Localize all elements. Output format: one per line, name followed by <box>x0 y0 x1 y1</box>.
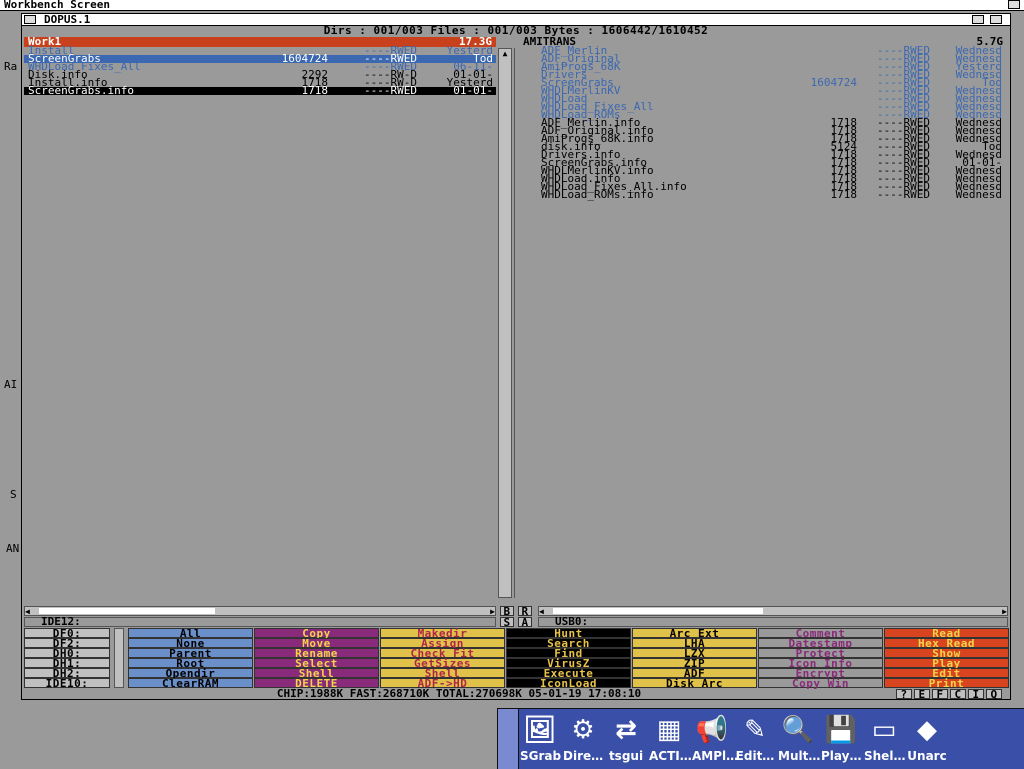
dock-item-label: SGrab <box>520 749 562 763</box>
file-row[interactable]: WHDLoad_Fixes_All ----RWED 06-11- <box>24 61 496 72</box>
bg-fragment: S <box>10 488 17 501</box>
file-name: WHDLoad_ROMs.info <box>541 188 654 201</box>
dock-app-icon: 🖼 <box>523 715 557 745</box>
a-button[interactable]: A <box>518 617 532 628</box>
scroll-left-icon[interactable]: ◀ <box>539 607 544 616</box>
status-button[interactable]: F <box>932 689 948 700</box>
device-button[interactable]: IDE10: <box>24 678 110 689</box>
file-date: 01-01- <box>453 84 493 97</box>
dock-item[interactable]: 🖼 SGrab <box>520 711 562 767</box>
device-scrollbar[interactable] <box>114 628 124 688</box>
dock-app-icon: 📢 <box>695 715 729 745</box>
r-button[interactable]: R <box>518 606 532 617</box>
s-button[interactable]: S <box>500 617 514 628</box>
dopus-window: DOPUS.1 Dirs : 001/003 Files : 001/003 B… <box>21 13 1011 700</box>
file-row[interactable]: AmiProgs_68K.info 1718 ----RWED Wednesd <box>537 133 1007 144</box>
dock-item[interactable]: ✎ Edit… <box>735 711 775 767</box>
left-lister[interactable]: Work1 17.3G Install ----RWED Yesterd Screen… <box>24 36 496 607</box>
dock-item[interactable]: ▭ Shel… <box>864 711 906 767</box>
status-button[interactable]: E <box>914 689 930 700</box>
depth-icon[interactable] <box>990 15 1002 24</box>
dock-item[interactable]: ⇄ tsgui <box>606 711 646 767</box>
b-button[interactable]: B <box>500 606 514 617</box>
left-file-list[interactable]: Install ----RWED Yesterd ScreenGrabs 1604724… <box>24 45 496 97</box>
file-date: Wednesd <box>955 188 1002 201</box>
dock-item-label: ACTI… <box>649 749 692 763</box>
file-row[interactable]: WHDLMerlinKV ----RWED Wednesd <box>537 85 1007 96</box>
dock-item-label: Play… <box>821 749 862 763</box>
right-lister[interactable]: AMITRANS 5.7G ADF_Merlin ----RWED Wednesd A… <box>519 36 1007 607</box>
close-icon[interactable] <box>24 15 36 24</box>
bank-button-disk-arc[interactable]: Disk Arc <box>632 678 757 689</box>
dock-item[interactable]: 💾 Play… <box>821 711 861 767</box>
file-size: 1718 <box>830 188 858 201</box>
button-bank: All None Parent Root Opendir ClearRAM Copy Move… <box>128 628 1010 689</box>
dock-item[interactable]: 🔍 Mult… <box>778 711 821 767</box>
dock-items: 🖼 SGrab ⚙ Dire… ⇄ tsgui ▦ ACTI… 📢 AMPl… ✎ Edit… 🔍 Mul… <box>520 711 1020 767</box>
dock-app-icon: ▭ <box>871 715 897 745</box>
dock-item-label: Edit… <box>735 749 775 763</box>
workbench-depth-icon[interactable] <box>1008 0 1020 9</box>
stats-line: Dirs : 001/003 Files : 001/003 Bytes : 1… <box>323 24 709 37</box>
status-button[interactable]: ? <box>896 689 912 700</box>
scroll-right-icon[interactable]: ▶ <box>490 607 495 616</box>
file-row[interactable]: AmiProgs_68K ----RWED Yesterd <box>537 61 1007 72</box>
bank-button-print[interactable]: Print <box>884 678 1009 689</box>
bg-fragment: Ra <box>4 60 18 73</box>
dock-item[interactable]: ⚙ Dire… <box>563 711 603 767</box>
left-horizontal-scrollbar[interactable]: ◀ ▶ <box>24 606 496 616</box>
left-lister-header[interactable]: Work1 17.3G <box>24 36 496 47</box>
bank-button-clearram[interactable]: ClearRAM <box>128 678 253 689</box>
screen-title-bar[interactable]: Workbench Screen <box>0 0 1024 11</box>
bg-fragment: AN <box>6 542 20 555</box>
dock-app-icon: ⇄ <box>615 715 637 745</box>
status-bar: CHIP:1988K FAST:268710K TOTAL:270698K 05… <box>276 687 642 700</box>
dock-handle[interactable] <box>498 709 519 769</box>
file-size: 1604724 <box>281 52 328 65</box>
status-button[interactable]: C <box>950 689 966 700</box>
bg-fragment: AI <box>4 378 18 391</box>
dock-item-label: Shel… <box>864 749 906 763</box>
dock-app-icon: ⚙ <box>571 715 595 745</box>
scroll-left-icon[interactable]: ◀ <box>25 607 30 616</box>
file-prot: ----RWED <box>364 84 417 97</box>
dock-item-label: AMPl… <box>692 749 739 763</box>
dock-app-icon: 💾 <box>824 715 858 745</box>
window-title: DOPUS.1 <box>44 13 91 26</box>
left-path-field[interactable]: IDE12: <box>24 616 496 627</box>
status-button[interactable]: Q <box>986 689 1002 700</box>
device-button-column: DF0: DF2: DH0: DH1: DH2: IDE10: <box>24 628 110 689</box>
dock-item-label: Dire… <box>563 749 604 763</box>
dock-item-label: Unarc <box>907 749 947 763</box>
dock-item-label: tsgui <box>608 749 644 763</box>
file-row[interactable]: ScreenGrabs.info 1718 ----RWED 01-01- <box>24 84 496 97</box>
left-vertical-scrollbar[interactable]: ▲ <box>498 48 512 598</box>
file-prot: ----RWED <box>877 188 930 201</box>
right-file-list[interactable]: ADF_Merlin ----RWED Wednesd ADF_Original ---… <box>519 45 1007 201</box>
dock-app-icon: ▦ <box>656 715 682 745</box>
zoom-icon[interactable] <box>972 15 984 24</box>
status-buttons: ? E F C I Q <box>896 689 1008 700</box>
right-scroll-knob[interactable] <box>553 608 763 614</box>
scroll-right-icon[interactable]: ▶ <box>1002 607 1007 616</box>
dock-item[interactable]: ◆ Unarc <box>907 711 947 767</box>
dock-item[interactable]: 📢 AMPl… <box>692 711 739 767</box>
file-size: 1718 <box>301 84 329 97</box>
dock-app-icon: ✎ <box>744 715 766 745</box>
dock-item-label: Mult… <box>778 749 821 763</box>
scroll-up-icon[interactable]: ▲ <box>499 49 511 58</box>
dock-app-icon: 🔍 <box>781 715 815 745</box>
right-path-field[interactable]: USB0: <box>538 616 1008 627</box>
file-name: ScreenGrabs.info <box>28 84 134 97</box>
screen-title: Workbench Screen <box>4 0 110 11</box>
right-horizontal-scrollbar[interactable]: ◀ ▶ <box>538 606 1008 616</box>
file-size: 1604724 <box>810 76 857 89</box>
dock-app-icon: ◆ <box>917 715 937 745</box>
bank-button-copy-win[interactable]: Copy Win <box>758 678 883 689</box>
status-button[interactable]: I <box>968 689 984 700</box>
dock-bar: 🖼 SGrab ⚙ Dire… ⇄ tsgui ▦ ACTI… 📢 AMPl… ✎ Edit… 🔍 Mul… <box>497 708 1024 769</box>
file-row[interactable]: WHDLoad_ROMs.info 1718 ----RWED Wednesd <box>537 188 1007 201</box>
dock-item[interactable]: ▦ ACTI… <box>649 711 692 767</box>
left-scroll-knob[interactable] <box>39 608 215 614</box>
